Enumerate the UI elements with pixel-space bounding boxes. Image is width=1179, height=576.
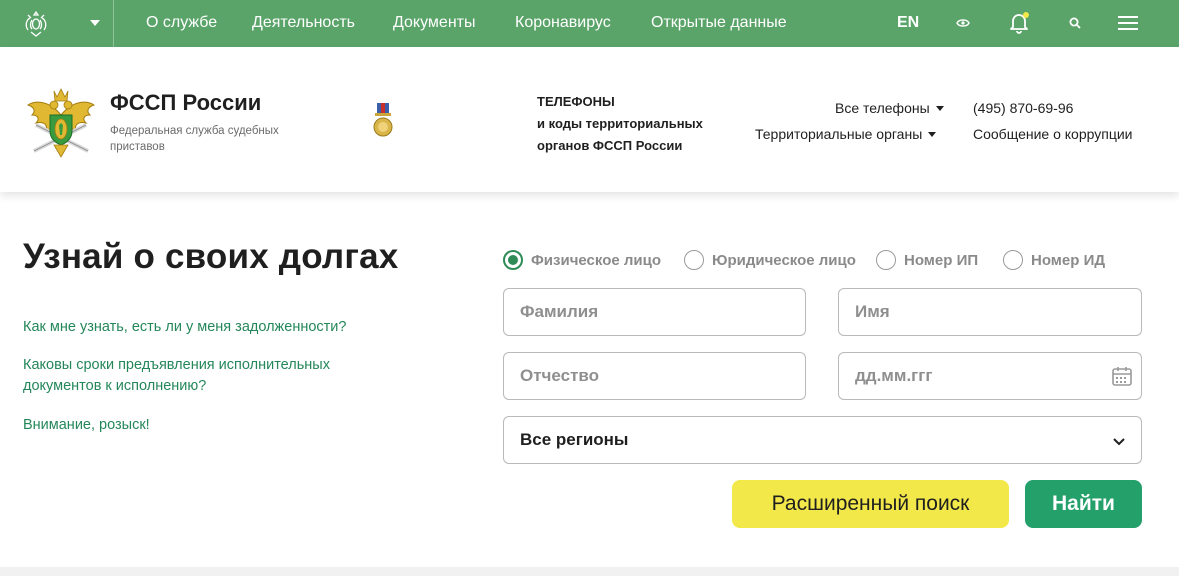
radio-legal-entity-label: Юридическое лицо <box>712 251 856 269</box>
radio-id-number[interactable]: Номер ИД <box>1003 250 1105 270</box>
phones-codes-link[interactable]: ТЕЛЕФОНЫ и коды территориальных органов … <box>537 91 737 157</box>
nav-item-documents[interactable]: Документы <box>393 14 475 32</box>
page-title: Узнай о своих долгах <box>23 237 399 276</box>
phones-title-line-1: ТЕЛЕФОНЫ <box>537 94 615 109</box>
territorial-bodies-dropdown[interactable]: Территориальные органы <box>755 126 937 142</box>
nav-item-coronavirus[interactable]: Коронавирус <box>515 14 611 32</box>
radio-ip-number[interactable]: Номер ИП <box>876 250 978 270</box>
birthdate-placeholder: дд.мм.ггг <box>855 366 933 385</box>
lastname-placeholder: Фамилия <box>520 302 599 321</box>
eye-icon[interactable] <box>952 12 974 34</box>
caret-down-icon <box>935 105 944 111</box>
nav-item-activity[interactable]: Деятельность <box>252 14 355 32</box>
bell-icon[interactable] <box>1008 12 1030 34</box>
faq-link-wanted[interactable]: Внимание, розыск! <box>23 415 323 436</box>
phones-title-line-3: органов ФССП России <box>537 138 683 153</box>
search-icon[interactable] <box>1064 12 1086 34</box>
firstname-input[interactable]: Имя <box>838 288 1142 336</box>
medal-icon <box>373 101 393 141</box>
region-select[interactable]: Все регионы <box>503 416 1142 464</box>
chevron-down-icon[interactable] <box>84 12 106 34</box>
advanced-search-button[interactable]: Расширенный поиск <box>732 480 1009 528</box>
language-switch[interactable]: EN <box>897 14 919 32</box>
faq-link-debt-check[interactable]: Как мне узнать, есть ли у меня задолженн… <box>23 317 443 338</box>
find-button[interactable]: Найти <box>1025 480 1142 528</box>
region-select-value: Все регионы <box>520 430 629 449</box>
corruption-report-link[interactable]: Сообщение о коррупции <box>973 126 1132 142</box>
section-divider <box>0 567 1179 576</box>
fssp-emblem-logo[interactable] <box>26 85 96 161</box>
radio-ip-number-label: Номер ИП <box>904 251 979 269</box>
brand-title[interactable]: ФССП России <box>110 90 261 116</box>
nav-divider <box>113 0 114 47</box>
all-phones-dropdown[interactable]: Все телефоны <box>835 100 944 116</box>
site-header: ФССП России Федеральная служба судебных … <box>0 47 1179 192</box>
territorial-bodies-label: Территориальные органы <box>755 126 923 142</box>
radio-unchecked-icon[interactable] <box>1003 250 1023 270</box>
radio-individual[interactable]: Физическое лицо <box>503 250 661 270</box>
calendar-icon[interactable] <box>1111 365 1133 387</box>
radio-id-number-label: Номер ИД <box>1031 251 1106 269</box>
chevron-down-icon <box>1111 433 1127 449</box>
emblem-small-icon[interactable] <box>20 8 52 40</box>
lastname-input[interactable]: Фамилия <box>503 288 806 336</box>
nav-item-about[interactable]: О службе <box>146 14 217 32</box>
nav-item-open-data[interactable]: Открытые данные <box>651 14 787 32</box>
phone-number-link[interactable]: (495) 870-69-96 <box>973 100 1073 116</box>
radio-individual-label: Физическое лицо <box>531 251 662 269</box>
radio-unchecked-icon[interactable] <box>876 250 896 270</box>
firstname-placeholder: Имя <box>855 302 890 321</box>
all-phones-label: Все телефоны <box>835 100 930 116</box>
radio-checked-icon[interactable] <box>503 250 523 270</box>
top-navigation-bar: О службе Деятельность Документы Коронави… <box>0 0 1179 47</box>
birthdate-input[interactable]: дд.мм.ггг <box>838 352 1142 400</box>
menu-icon[interactable] <box>1117 12 1139 34</box>
radio-legal-entity[interactable]: Юридическое лицо <box>684 250 856 270</box>
faq-link-deadlines[interactable]: Каковы сроки предъявления исполнительных… <box>23 355 368 397</box>
caret-down-icon <box>928 131 937 137</box>
patronymic-input[interactable]: Отчество <box>503 352 806 400</box>
radio-unchecked-icon[interactable] <box>684 250 704 270</box>
patronymic-placeholder: Отчество <box>520 366 600 385</box>
phones-title-line-2: и коды территориальных <box>537 116 703 131</box>
brand-subtitle: Федеральная служба судебных приставов <box>110 125 279 153</box>
